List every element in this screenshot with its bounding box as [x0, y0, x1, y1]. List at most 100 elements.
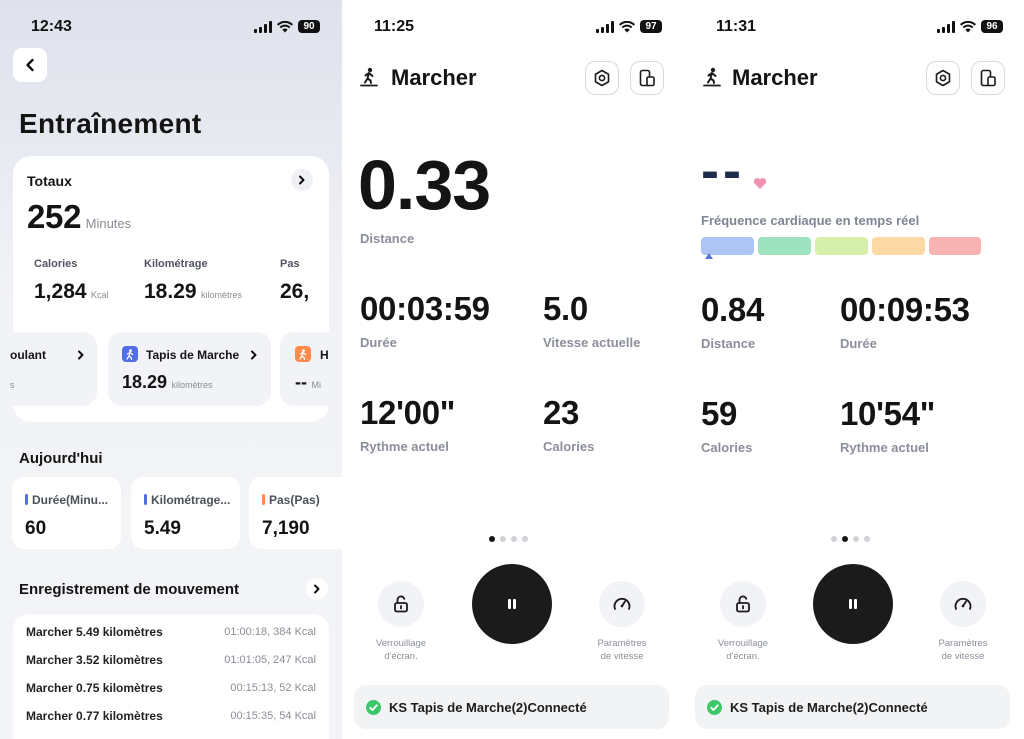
pace-label: Rythme actuel: [360, 439, 449, 454]
unlock-icon: [736, 595, 750, 613]
chevron-right-icon: [299, 175, 305, 185]
phone-device-icon: [639, 69, 655, 87]
walking-person-icon: [295, 346, 311, 362]
battery-indicator: 97: [640, 20, 662, 33]
calories-unit: Kcal: [91, 290, 109, 300]
pause-icon: [508, 599, 516, 609]
device-unit: s: [10, 380, 15, 390]
connection-status-bar: KS Tapis de Marche(2)Connecté: [354, 685, 669, 729]
record-row[interactable]: Marcher 5.49 kilomètres 01:00:18, 384 Kc…: [26, 624, 316, 640]
back-button[interactable]: [13, 48, 47, 82]
speed-value: 5.0: [543, 290, 588, 327]
settings-button[interactable]: [585, 61, 619, 95]
check-circle-icon: [366, 699, 381, 715]
today-steps-value: 7,190: [262, 518, 310, 539]
pause-button[interactable]: [813, 564, 893, 644]
record-row[interactable]: Marcher 0.77 kilomètres 00:15:35, 54 Kca…: [26, 708, 316, 724]
device-label: Tapis de Marche: [146, 348, 240, 362]
record-detail: 01:00:18, 384 Kcal: [224, 626, 316, 638]
screen-lock-label: Verrouillage d'écran.: [717, 638, 769, 662]
records-title: Enregistrement de mouvement: [19, 581, 240, 598]
totals-more-button[interactable]: [291, 169, 313, 191]
unlock-icon: [394, 595, 408, 613]
steps-label: Pas: [280, 258, 300, 270]
record-row[interactable]: Marcher 0.75 kilomètres 00:15:13, 52 Kca…: [26, 680, 316, 696]
today-card-duration[interactable]: Durée(Minu... 60: [12, 477, 121, 549]
speed-settings-button[interactable]: [599, 581, 645, 627]
device-distance-value: 18.29: [122, 372, 168, 392]
chevron-right-icon: [78, 350, 84, 360]
today-steps-label: Pas(Pas): [269, 493, 320, 507]
workout-title: Marcher: [732, 65, 818, 90]
device-unit: Mi: [311, 380, 321, 390]
chevron-left-icon: [26, 58, 34, 72]
calories-value: 23: [543, 394, 580, 431]
record-title: Marcher 3.52 kilomètres: [26, 653, 163, 667]
hr-zone-5: [929, 237, 981, 255]
today-duration-label: Durée(Minu...: [32, 493, 109, 507]
total-minutes-unit: Minutes: [85, 216, 132, 231]
zone-marker-icon: [705, 253, 713, 259]
screen-lock-button[interactable]: [720, 581, 766, 627]
connection-text: KS Tapis de Marche(2)Connecté: [389, 699, 587, 715]
page-indicator[interactable]: [831, 536, 870, 542]
pause-icon: [849, 599, 857, 609]
speedometer-icon: [613, 597, 631, 610]
status-time: 11:31: [716, 18, 757, 35]
record-title: Marcher 0.77 kilomètres: [26, 709, 163, 723]
device-button[interactable]: [630, 61, 664, 95]
device-label: oulant: [10, 348, 46, 362]
connection-status-bar: KS Tapis de Marche(2)Connecté: [695, 685, 1010, 729]
status-icons: 96: [937, 20, 1003, 33]
status-icons: 97: [596, 20, 662, 33]
wifi-icon: [619, 20, 635, 32]
screen-lock-label: Verrouillage d'écran.: [375, 638, 427, 662]
device-button[interactable]: [971, 61, 1005, 95]
signal-icon: [596, 20, 614, 33]
speed-label: Vitesse actuelle: [543, 335, 641, 350]
record-detail: 00:15:35, 54 Kcal: [230, 710, 316, 722]
device-label: H: [320, 348, 329, 362]
today-card-mileage[interactable]: Kilométrage... 5.49: [131, 477, 240, 549]
device-card-partial-right[interactable]: H -- Mi: [280, 332, 342, 406]
battery-indicator: 90: [298, 20, 320, 33]
speed-settings-button[interactable]: [940, 581, 986, 627]
heart-rate-value: --: [701, 141, 745, 201]
device-card-treadmill[interactable]: Tapis de Marche 18.29 kilomètres: [108, 332, 271, 406]
calories-label: Calories: [701, 440, 753, 455]
walking-person-icon: [360, 67, 378, 87]
hexagon-settings-icon: [935, 69, 951, 87]
speedometer-icon: [954, 597, 972, 610]
records-more-button[interactable]: [306, 578, 328, 600]
settings-button[interactable]: [926, 61, 960, 95]
mileage-value: 18.29: [144, 280, 197, 303]
hexagon-settings-icon: [594, 69, 610, 87]
calories-value: 59: [701, 395, 738, 432]
records-list: Marcher 5.49 kilomètres 01:00:18, 384 Kc…: [13, 614, 329, 739]
pause-button[interactable]: [472, 564, 552, 644]
device-card-partial[interactable]: oulant s: [0, 332, 97, 406]
chevron-right-icon: [314, 584, 320, 594]
device-value: --: [295, 372, 307, 392]
wifi-icon: [277, 20, 293, 32]
hr-zone-3: [815, 237, 868, 255]
total-minutes-value: 252: [27, 198, 82, 235]
record-title: Marcher 0.75 kilomètres: [26, 681, 163, 695]
heart-icon: [753, 178, 767, 189]
walk-screen-distance: 11:25 97 Marcher 0.33 Distance 00:03:59 …: [342, 0, 683, 739]
heart-rate-label: Fréquence cardiaque en temps réel: [701, 213, 920, 228]
walking-person-icon: [122, 346, 138, 362]
pace-value: 12'00": [360, 394, 456, 431]
pace-value: 10'54": [840, 395, 936, 432]
chevron-right-icon: [251, 350, 257, 360]
speed-settings-label: Paramètres de vitesse: [597, 638, 647, 662]
today-card-steps[interactable]: Pas(Pas) 7,190: [249, 477, 342, 549]
today-mileage-label: Kilométrage...: [151, 493, 231, 507]
screen-lock-button[interactable]: [378, 581, 424, 627]
page-indicator[interactable]: [489, 536, 528, 542]
calories-label: Calories: [543, 439, 595, 454]
phone-device-icon: [980, 69, 996, 87]
battery-indicator: 96: [981, 20, 1003, 33]
duration-label: Durée: [360, 335, 397, 350]
record-row[interactable]: Marcher 3.52 kilomètres 01:01:05, 247 Kc…: [26, 652, 316, 668]
